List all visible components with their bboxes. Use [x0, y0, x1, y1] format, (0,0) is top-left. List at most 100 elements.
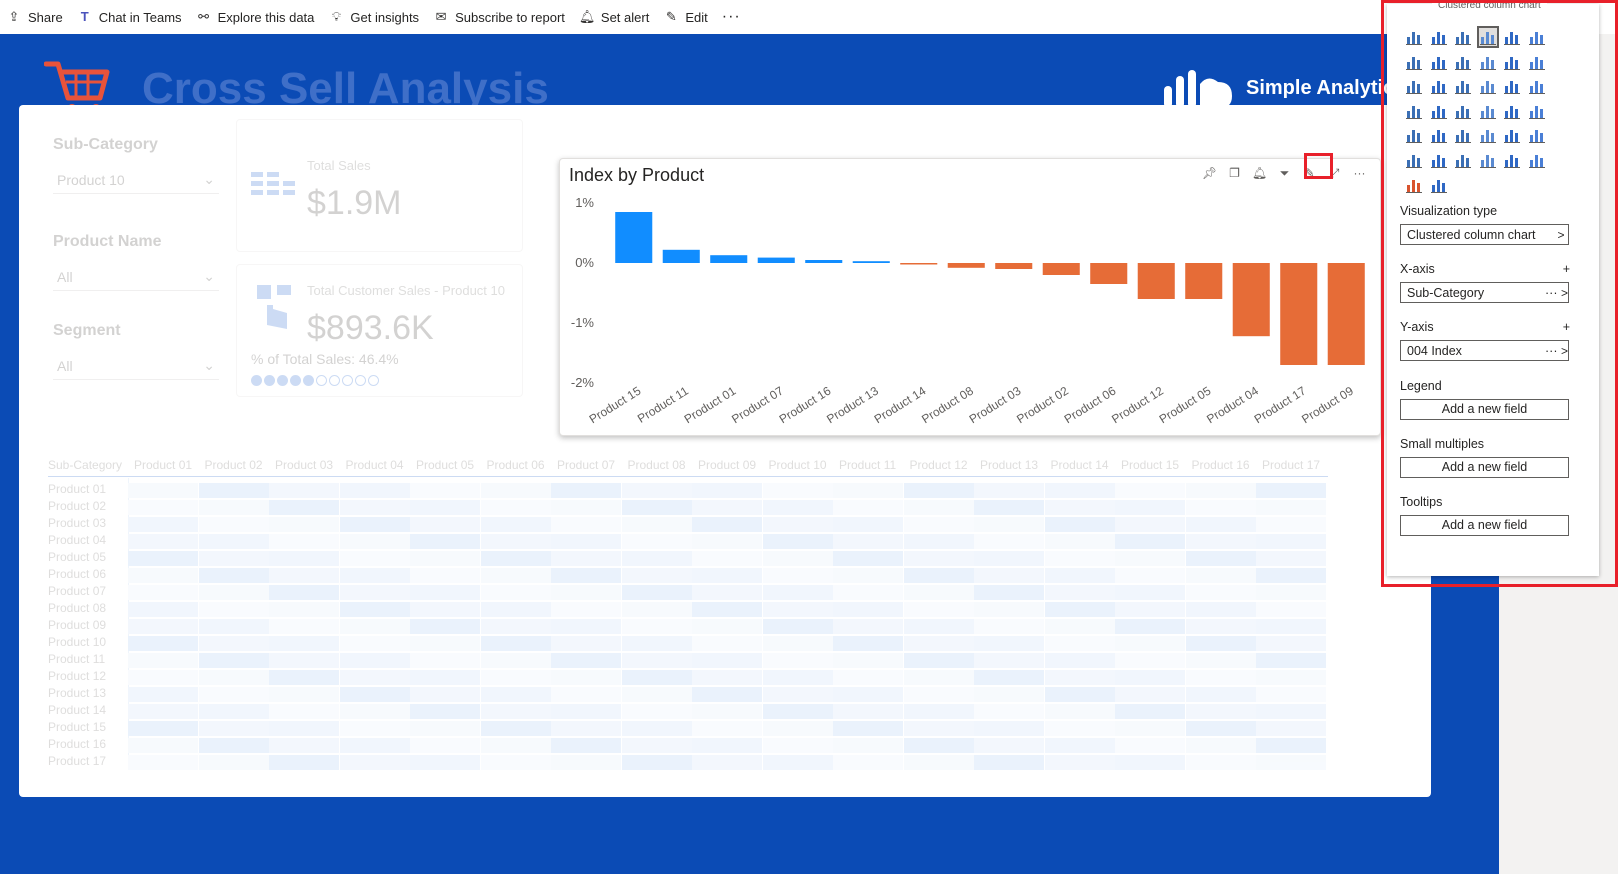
matrix-cell[interactable]	[269, 721, 339, 736]
matrix-cell[interactable]	[1185, 602, 1256, 617]
matrix-cell[interactable]	[480, 517, 551, 532]
matrix-cell[interactable]	[621, 704, 692, 719]
matrix-cell[interactable]	[1115, 551, 1185, 566]
matrix-cell[interactable]	[1115, 568, 1185, 583]
matrix-cell[interactable]	[692, 517, 762, 532]
matrix-row-header[interactable]: Product 05	[48, 550, 106, 564]
matrix-cell[interactable]	[1115, 534, 1185, 549]
matrix-row-header[interactable]: Product 11	[48, 652, 105, 666]
matrix-cell[interactable]	[903, 483, 974, 498]
matrix-cell[interactable]	[1256, 755, 1326, 770]
matrix-cell[interactable]	[621, 483, 692, 498]
matrix-cell[interactable]	[833, 755, 903, 770]
matrix-cell[interactable]	[833, 585, 903, 600]
matrix-cell[interactable]	[128, 721, 198, 736]
matrix-cell[interactable]	[1185, 687, 1256, 702]
matrix-cell[interactable]	[198, 585, 269, 600]
matrix-cell[interactable]	[480, 721, 551, 736]
matrix-cell[interactable]	[692, 585, 762, 600]
matrix-cell[interactable]	[128, 483, 198, 498]
matrix-cell[interactable]	[128, 500, 198, 515]
matrix-cell[interactable]	[339, 517, 410, 532]
matrix-cell[interactable]	[762, 585, 833, 600]
matrix-cell[interactable]	[1256, 500, 1326, 515]
matrix-cell[interactable]	[198, 755, 269, 770]
matrix-cell[interactable]	[621, 602, 692, 617]
matrix-cell[interactable]	[1256, 653, 1326, 668]
matrix-cell[interactable]	[198, 500, 269, 515]
matrix-cell[interactable]	[480, 568, 551, 583]
matrix-cell[interactable]	[1256, 483, 1326, 498]
matrix-cell[interactable]	[762, 602, 833, 617]
matrix-cell[interactable]	[974, 687, 1044, 702]
matrix-cell[interactable]	[833, 670, 903, 685]
matrix-cell[interactable]	[198, 653, 269, 668]
matrix-cell[interactable]	[1256, 602, 1326, 617]
matrix-cell[interactable]	[410, 687, 480, 702]
matrix-cell[interactable]	[1115, 619, 1185, 634]
matrix-cell[interactable]	[269, 636, 339, 651]
chat-in-teams-button[interactable]: T Chat in Teams	[77, 9, 182, 25]
matrix-cell[interactable]	[128, 738, 198, 753]
matrix-cell[interactable]	[269, 653, 339, 668]
matrix-cell[interactable]	[1044, 619, 1115, 634]
matrix-cell[interactable]	[1185, 619, 1256, 634]
edit-button[interactable]: ✎ Edit	[663, 9, 708, 25]
matrix-cell[interactable]	[551, 551, 621, 566]
bar[interactable]	[1327, 263, 1365, 365]
matrix-cell[interactable]	[762, 568, 833, 583]
matrix-cell[interactable]	[903, 585, 974, 600]
matrix-cell[interactable]	[480, 636, 551, 651]
matrix-cell[interactable]	[762, 670, 833, 685]
matrix-cell[interactable]	[1115, 602, 1185, 617]
matrix-cell[interactable]	[1044, 755, 1115, 770]
matrix-cell[interactable]	[269, 568, 339, 583]
matrix-cell[interactable]	[198, 619, 269, 634]
matrix-cell[interactable]	[1256, 704, 1326, 719]
matrix-cell[interactable]	[621, 568, 692, 583]
matrix-cell[interactable]	[128, 619, 198, 634]
matrix-column-header[interactable]: Product 05	[416, 458, 474, 472]
matrix-cell[interactable]	[198, 670, 269, 685]
pin-icon[interactable]: 📌︎	[1197, 163, 1222, 183]
matrix-cell[interactable]	[269, 551, 339, 566]
matrix-cell[interactable]	[339, 483, 410, 498]
matrix-row-header[interactable]: Product 07	[48, 584, 106, 598]
sub-category-slicer[interactable]: Sub-Category Product 10 ⌄	[53, 136, 223, 194]
matrix-cell[interactable]	[339, 755, 410, 770]
matrix-cell[interactable]	[339, 602, 410, 617]
matrix-cell[interactable]	[410, 602, 480, 617]
matrix-cell[interactable]	[128, 670, 198, 685]
more-options-button[interactable]: ···	[722, 8, 741, 26]
bar[interactable]	[1090, 263, 1128, 284]
matrix-cell[interactable]	[269, 670, 339, 685]
matrix-cell[interactable]	[339, 551, 410, 566]
matrix-cell[interactable]	[833, 517, 903, 532]
matrix-cell[interactable]	[198, 721, 269, 736]
matrix-cell[interactable]	[551, 687, 621, 702]
matrix-cell[interactable]	[551, 636, 621, 651]
matrix-cell[interactable]	[339, 500, 410, 515]
matrix-cell[interactable]	[1185, 568, 1256, 583]
matrix-cell[interactable]	[1044, 738, 1115, 753]
matrix-cell[interactable]	[198, 551, 269, 566]
matrix-cell[interactable]	[198, 738, 269, 753]
matrix-cell[interactable]	[410, 636, 480, 651]
matrix-cell[interactable]	[621, 670, 692, 685]
matrix-cell[interactable]	[692, 704, 762, 719]
matrix-cell[interactable]	[339, 585, 410, 600]
matrix-cell[interactable]	[1044, 670, 1115, 685]
matrix-cell[interactable]	[621, 534, 692, 549]
matrix-row-header[interactable]: Product 08	[48, 601, 106, 615]
matrix-row-header[interactable]: Product 16	[48, 737, 106, 751]
matrix-cell[interactable]	[692, 483, 762, 498]
matrix-cell[interactable]	[128, 602, 198, 617]
matrix-cell[interactable]	[198, 517, 269, 532]
matrix-cell[interactable]	[692, 636, 762, 651]
matrix-cell[interactable]	[1185, 636, 1256, 651]
matrix-cell[interactable]	[410, 721, 480, 736]
matrix-cell[interactable]	[269, 738, 339, 753]
matrix-cell[interactable]	[410, 755, 480, 770]
matrix-cell[interactable]	[1044, 500, 1115, 515]
matrix-cell[interactable]	[269, 602, 339, 617]
